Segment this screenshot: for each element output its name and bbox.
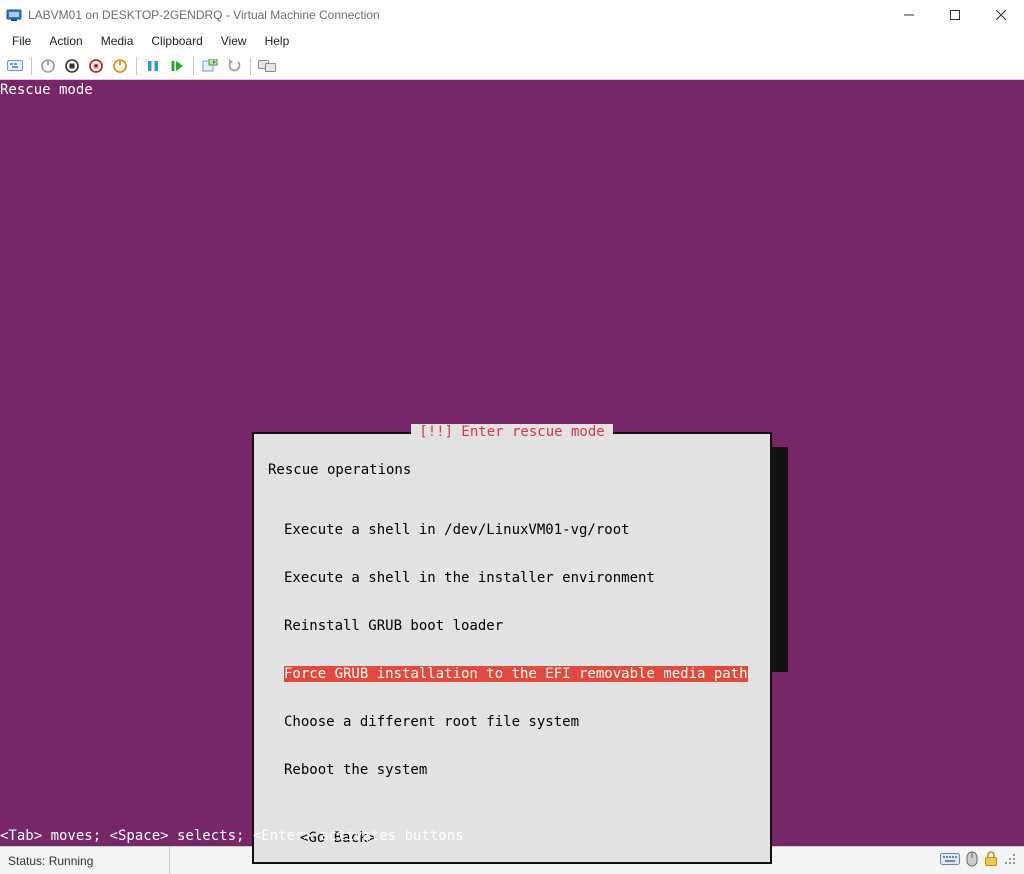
checkpoint-icon[interactable] [199,55,221,77]
ctrl-alt-del-icon[interactable] [4,55,26,77]
vm-hint-footer: <Tab> moves; <Space> selects; <Enter> ac… [0,828,464,844]
resize-grip-icon[interactable] [1004,853,1016,868]
pause-icon[interactable] [142,55,164,77]
maximize-button[interactable] [932,0,978,30]
rescue-option-selected[interactable]: Force GRUB installation to the EFI remov… [284,666,748,682]
rescue-mode-label: Rescue mode [0,82,93,98]
keyboard-icon [940,852,960,869]
menu-action[interactable]: Action [41,32,90,50]
app-icon [6,7,22,23]
lock-icon [984,851,998,870]
menu-view[interactable]: View [213,32,255,50]
menu-help[interactable]: Help [257,32,298,50]
menu-media[interactable]: Media [93,32,142,50]
mouse-icon [966,851,978,870]
toolbar-separator [31,57,32,75]
toolbar-separator [193,57,194,75]
toolbar-separator [136,57,137,75]
rescue-option[interactable]: Reboot the system [284,762,756,778]
shutdown-icon[interactable] [85,55,107,77]
minimize-button[interactable] [886,0,932,30]
window-controls [886,0,1024,30]
menu-file[interactable]: File [4,32,39,50]
revert-icon[interactable] [223,55,245,77]
dialog-options: Execute a shell in /dev/LinuxVM01-vg/roo… [284,490,756,810]
reset-icon[interactable] [166,55,188,77]
save-icon[interactable] [109,55,131,77]
close-button[interactable] [978,0,1024,30]
rescue-dialog: [!!] Enter rescue mode Rescue operations… [252,432,772,864]
status-icons [932,851,1024,870]
dialog-section-label: Rescue operations [268,462,756,478]
rescue-option[interactable]: Reinstall GRUB boot loader [284,618,756,634]
vm-screen[interactable]: Rescue mode [!!] Enter rescue mode Rescu… [0,80,1024,846]
dialog-title-wrap: [!!] Enter rescue mode [254,424,770,440]
rescue-option[interactable]: Choose a different root file system [284,714,756,730]
menubar: File Action Media Clipboard View Help [0,30,1024,52]
start-icon[interactable] [37,55,59,77]
status-text: Status: Running [0,847,170,874]
rescue-option[interactable]: Execute a shell in the installer environ… [284,570,756,586]
menu-clipboard[interactable]: Clipboard [143,32,210,50]
dialog-title: [!!] Enter rescue mode [411,424,612,440]
vm-display[interactable]: Rescue mode [!!] Enter rescue mode Rescu… [0,80,1024,846]
toolbar [0,52,1024,80]
window-titlebar: LABVM01 on DESKTOP-2GENDRQ - Virtual Mac… [0,0,1024,30]
window-title: LABVM01 on DESKTOP-2GENDRQ - Virtual Mac… [28,8,380,22]
rescue-option[interactable]: Execute a shell in /dev/LinuxVM01-vg/roo… [284,522,756,538]
turnoff-icon[interactable] [61,55,83,77]
enhanced-session-icon[interactable] [256,55,278,77]
toolbar-separator [250,57,251,75]
